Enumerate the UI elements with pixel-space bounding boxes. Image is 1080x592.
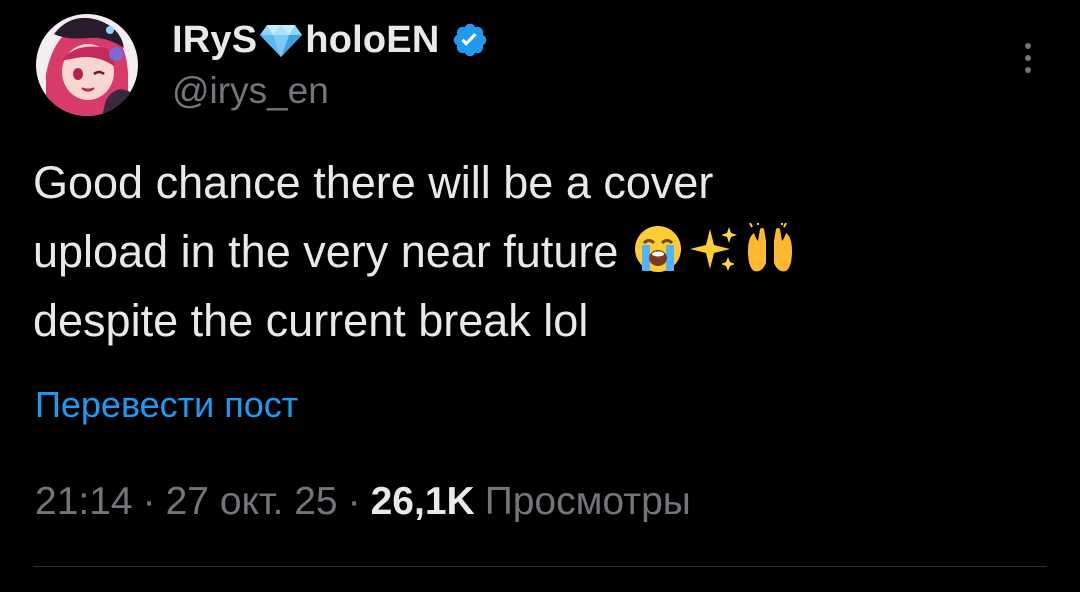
loudly-crying-face-icon bbox=[632, 223, 684, 275]
tweet-text: Good chance there will be a cover upload… bbox=[33, 148, 1033, 355]
views-label[interactable]: Просмотры bbox=[485, 480, 691, 524]
tweet-time[interactable]: 21:14 bbox=[35, 480, 133, 524]
gem-icon bbox=[259, 23, 303, 59]
avatar[interactable] bbox=[36, 14, 138, 116]
verified-badge-icon[interactable] bbox=[451, 21, 489, 59]
display-name-part1[interactable]: IRyS bbox=[172, 19, 257, 62]
tweet-text-line-2-text: upload in the very near future bbox=[33, 226, 619, 277]
tweet-header: IRyS holoEN @irys_en bbox=[36, 12, 1046, 122]
tweet-date[interactable]: 27 окт. 25 bbox=[166, 480, 338, 524]
views-count[interactable]: 26,1K bbox=[371, 480, 475, 524]
tweet-meta: 21:14 · 27 окт. 25 · 26,1K Просмотры bbox=[35, 480, 691, 524]
avatar-image bbox=[36, 14, 138, 116]
display-name-part2[interactable]: holoEN bbox=[305, 19, 439, 62]
tweet-text-line-3: despite the current break lol bbox=[33, 295, 589, 346]
raising-hands-icon bbox=[744, 221, 796, 275]
tweet-text-line-2: upload in the very near future bbox=[33, 217, 1033, 286]
more-options-icon[interactable] bbox=[1016, 40, 1040, 80]
sparkles-icon bbox=[688, 223, 740, 275]
display-name-row[interactable]: IRyS holoEN bbox=[172, 14, 489, 66]
divider bbox=[33, 566, 1047, 567]
author-names: IRyS holoEN @irys_en bbox=[172, 14, 489, 112]
translate-post-link[interactable]: Перевести пост bbox=[35, 384, 298, 426]
meta-separator: · bbox=[142, 480, 156, 523]
meta-separator: · bbox=[347, 480, 361, 523]
tweet-text-line-1: Good chance there will be a cover bbox=[33, 157, 714, 208]
author-handle[interactable]: @irys_en bbox=[172, 70, 489, 112]
